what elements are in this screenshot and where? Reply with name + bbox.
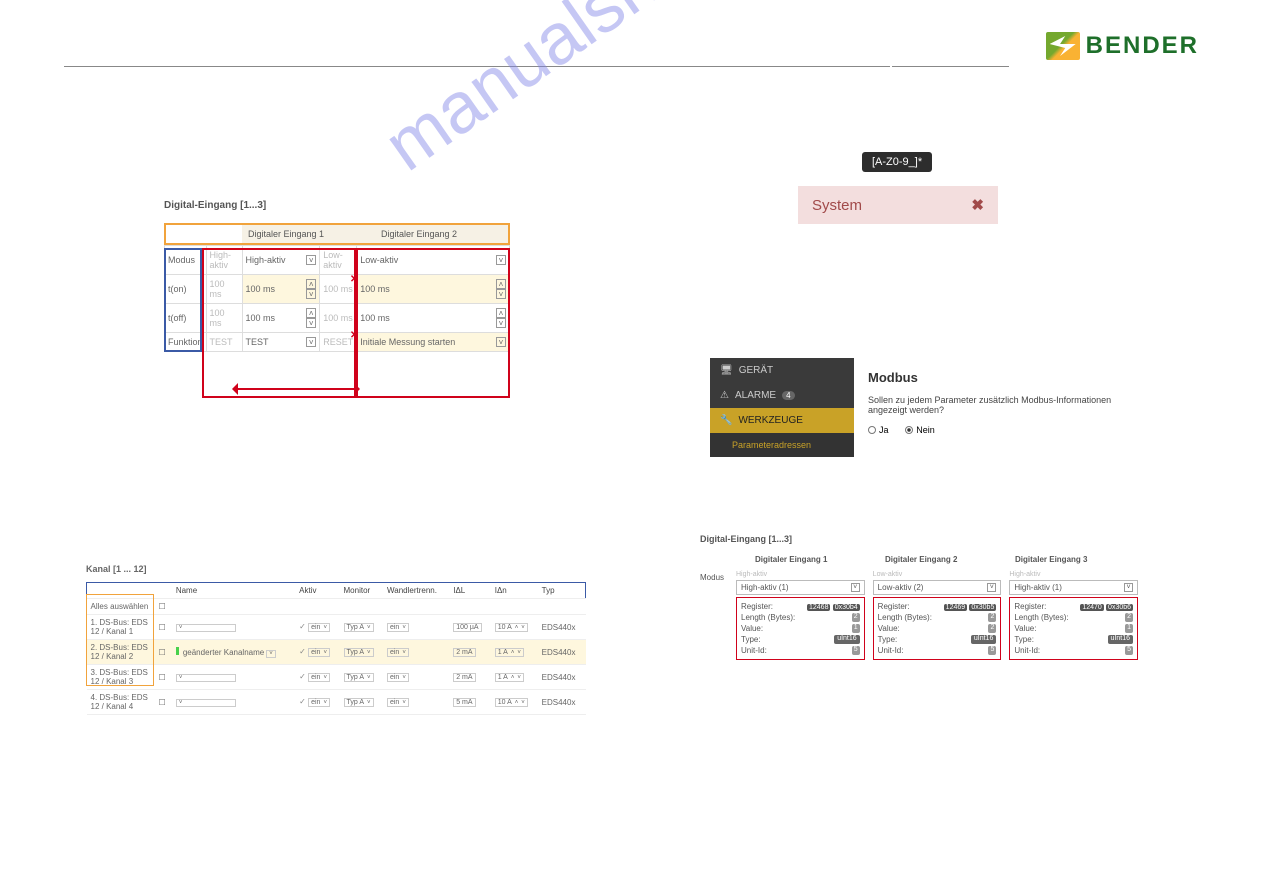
sidebar: 🖥GERÄT ⚠ALARME4 🔧WERKZEUGE Parameteradre… [710,358,854,457]
annotation-red-col2 [354,248,510,398]
sidebar-item-parameter-addresses[interactable]: Parameteradressen [710,433,854,457]
logo-icon [1046,32,1080,60]
row-checkbox[interactable]: ☐ [155,690,172,715]
sidebar-item-alarms[interactable]: ⚠ALARME4 [710,383,854,408]
figA-col2: Digitaler Eingang 2 [375,225,508,243]
modus-select[interactable]: High-aktiv (1)˅ [736,580,865,595]
warning-icon: ⚠ [720,390,729,401]
figure-digital-eingang: Digital-Eingang [1...3] Digitaler Eingan… [164,200,510,352]
annotation-orange-channels [86,594,154,686]
modus-select[interactable]: Low-aktiv (2)˅ [873,580,1002,595]
annotation-red-col1 [202,248,358,398]
radio-yes[interactable]: Ja [868,425,889,435]
name-field[interactable]: geänderter Kanalname˅ [172,640,295,665]
rule-left [64,66,890,67]
device-icon: 🖥 [720,365,733,376]
close-icon[interactable]: ✕ [350,274,358,285]
name-field[interactable]: ˅ [172,615,295,640]
error-row: System ✖ [798,186,998,224]
figure-modbus: 🖥GERÄT ⚠ALARME4 🔧WERKZEUGE Parameteradre… [710,358,1134,457]
rule-right [892,66,1009,67]
row-checkbox[interactable]: ☐ [155,640,172,665]
modbus-info-box: Register:12469 0x30b5Length (Bytes):2Val… [873,597,1002,660]
channel-label: 4. DS-Bus: EDS 12 / Kanal 4 [87,690,155,715]
name-field[interactable]: ˅ [172,690,295,715]
figA-col-header: Digitaler Eingang 1 Digitaler Eingang 2 [164,223,510,245]
figE-title: Digital-Eingang [1...3] [700,534,1142,544]
modbus-panel: Modbus Sollen zu jedem Parameter zusätzl… [854,358,1134,445]
brand-text: BENDER [1086,32,1199,60]
row-checkbox[interactable]: ☐ [155,615,172,640]
wrench-icon: 🔧 [720,415,732,426]
error-text: System [812,197,862,214]
sidebar-item-tools[interactable]: 🔧WERKZEUGE [710,408,854,433]
figA-col1: Digitaler Eingang 1 [242,225,375,243]
arrow-icon [238,388,354,390]
row-checkbox[interactable]: ☐ [155,665,172,690]
close-icon[interactable]: ✕ [350,330,358,341]
modbus-info-box: Register:12468 0x30b4Length (Bytes):2Val… [736,597,865,660]
regex-tooltip: [A-Z0-9_]* [862,152,932,172]
name-field[interactable]: ˅ [172,665,295,690]
figure-kanal-table: Kanal [1 ... 12] Name Aktiv Monitor Wand… [86,564,586,715]
modus-select[interactable]: High-aktiv (1)˅ [1009,580,1138,595]
page: BENDER manualshive.com Digital-Eingang [… [0,0,1263,893]
modbus-question: Sollen zu jedem Parameter zusätzlich Mod… [868,395,1120,415]
modbus-title: Modbus [868,370,1120,385]
close-icon[interactable]: ✖ [971,196,984,214]
modbus-info-box: Register:12470 0x30b6Length (Bytes):2Val… [1009,597,1138,660]
annotation-blue-labels [164,248,202,352]
figA-title: Digital-Eingang [1...3] [164,200,510,211]
brand-logo: BENDER [1046,32,1199,60]
figD-header: Name Aktiv Monitor Wandlertrenn. IΔL IΔn… [87,583,586,599]
radio-no[interactable]: Nein [905,425,935,435]
sidebar-item-device[interactable]: 🖥GERÄT [710,358,854,383]
alarm-count-badge: 4 [782,391,794,400]
figD-title: Kanal [1 ... 12] [86,564,586,574]
figure-modbus-info: Digital-Eingang [1...3] Digitaler Eingan… [700,534,1142,660]
figure-validation-error: [A-Z0-9_]* System ✖ [798,152,998,224]
